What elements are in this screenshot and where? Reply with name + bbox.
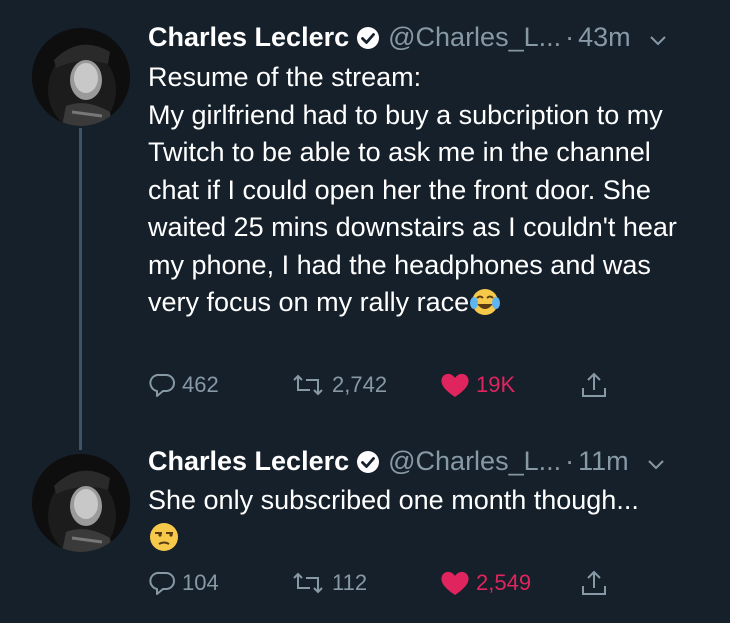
tweet-2[interactable]: Charles Leclerc @Charles_L... · 11m She … bbox=[0, 440, 730, 623]
tweet-text: Resume of the stream: My girlfriend had … bbox=[148, 59, 708, 328]
retweet-icon bbox=[293, 374, 323, 396]
share-icon bbox=[582, 372, 606, 397]
reply-count: 462 bbox=[182, 372, 219, 397]
author-handle[interactable]: @Charles_L... bbox=[388, 446, 561, 477]
separator-dot: · bbox=[565, 22, 575, 52]
unamused-emoji bbox=[148, 521, 180, 564]
reply-count: 104 bbox=[182, 570, 219, 595]
timestamp[interactable]: 11m bbox=[578, 446, 629, 477]
author-name[interactable]: Charles Leclerc bbox=[148, 22, 349, 53]
chevron-down-icon[interactable] bbox=[647, 27, 669, 49]
heart-icon bbox=[441, 373, 469, 397]
retweet-count: 112 bbox=[332, 570, 368, 595]
separator-dot: · bbox=[565, 446, 575, 476]
avatar[interactable] bbox=[32, 28, 130, 126]
heart-icon bbox=[441, 571, 469, 595]
tweet-text-content: She only subscribed one month though... bbox=[148, 485, 639, 515]
tweet-text: She only subscribed one month though... bbox=[148, 482, 708, 563]
timestamp[interactable]: 43m bbox=[578, 22, 631, 53]
verified-badge-icon bbox=[356, 26, 380, 50]
reply-icon bbox=[149, 571, 175, 595]
author-name[interactable]: Charles Leclerc bbox=[148, 446, 349, 477]
verified-badge-icon bbox=[356, 450, 380, 474]
reply-button[interactable]: 104 bbox=[148, 568, 219, 598]
chevron-down-icon[interactable] bbox=[645, 451, 667, 473]
tweet-header: Charles Leclerc @Charles_L... · 43m bbox=[148, 22, 669, 53]
tweet-actions: 462 2,742 19K bbox=[148, 370, 648, 406]
retweet-button[interactable]: 112 bbox=[288, 568, 367, 598]
tweet-text-content: Resume of the stream: My girlfriend had … bbox=[148, 62, 677, 317]
like-count: 2,549 bbox=[476, 570, 532, 595]
tweet-1[interactable]: Charles Leclerc @Charles_L... · 43m Resu… bbox=[0, 0, 730, 440]
reply-button[interactable]: 462 bbox=[148, 370, 219, 400]
share-icon bbox=[582, 570, 606, 595]
like-button[interactable]: 2,549 bbox=[438, 568, 531, 598]
reply-icon bbox=[149, 373, 175, 397]
retweet-icon bbox=[293, 572, 323, 594]
share-button[interactable] bbox=[578, 370, 614, 402]
author-handle[interactable]: @Charles_L... bbox=[388, 22, 561, 53]
like-count: 19K bbox=[476, 372, 516, 397]
avatar[interactable] bbox=[32, 454, 130, 552]
tears-of-joy-emoji bbox=[469, 287, 501, 328]
retweet-button[interactable]: 2,742 bbox=[288, 370, 387, 400]
share-button[interactable] bbox=[578, 568, 614, 600]
retweet-count: 2,742 bbox=[332, 372, 388, 397]
tweet-actions: 104 112 2,549 bbox=[148, 568, 648, 604]
like-button[interactable]: 19K bbox=[438, 370, 515, 400]
tweet-header: Charles Leclerc @Charles_L... · 11m bbox=[148, 446, 667, 477]
